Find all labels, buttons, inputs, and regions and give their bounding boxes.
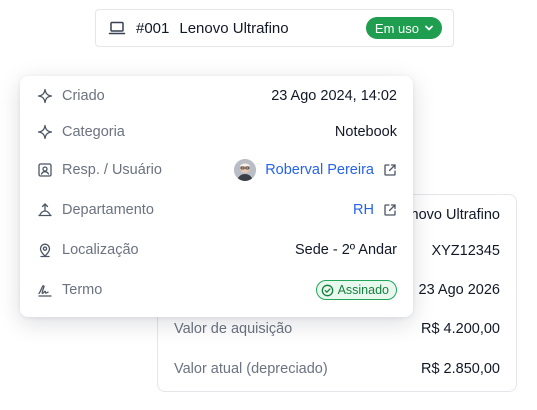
created-value: 23 Ago 2024, 14:02 xyxy=(271,88,397,104)
department-label: Departamento xyxy=(62,202,154,218)
location-row: Localização Sede - 2º Andar xyxy=(36,238,397,262)
laptop-icon xyxy=(108,19,126,37)
chevron-down-icon xyxy=(424,23,434,33)
asset-code: #001 xyxy=(136,19,170,37)
status-dropdown[interactable]: Em uso xyxy=(365,17,442,39)
created-row: Criado 23 Ago 2024, 14:02 xyxy=(36,84,397,108)
model-value: novo Ultrafino xyxy=(410,207,500,223)
signature-icon xyxy=(36,281,54,299)
responsible-user-link[interactable]: Roberval Pereira xyxy=(265,162,374,178)
acquisition-row: Valor de aquisição R$ 4.200,00 xyxy=(174,321,500,337)
sparkle-icon xyxy=(36,87,54,105)
created-label: Criado xyxy=(62,88,105,104)
current-value-value: R$ 2.850,00 xyxy=(420,361,500,377)
external-link-icon[interactable] xyxy=(383,203,397,217)
check-circle-icon xyxy=(321,284,334,297)
term-label: Termo xyxy=(62,282,103,298)
sparkle-icon xyxy=(36,123,54,141)
department-row: Departamento RH xyxy=(36,198,397,222)
details-card: Criado 23 Ago 2024, 14:02 Categoria Note… xyxy=(20,76,413,317)
status-label: Em uso xyxy=(374,20,419,36)
acquisition-label: Valor de aquisição xyxy=(174,321,293,337)
location-value: Sede - 2º Andar xyxy=(294,242,397,258)
external-link-icon[interactable] xyxy=(383,163,397,177)
location-label: Localização xyxy=(62,242,139,258)
signed-badge: Assinado xyxy=(315,280,397,300)
category-label: Categoria xyxy=(62,124,125,140)
location-pin-icon xyxy=(36,241,54,259)
warranty-value: 23 Ago 2026 xyxy=(418,282,500,298)
user-badge-icon xyxy=(36,161,54,179)
current-value-label: Valor atual (depreciado) xyxy=(174,361,328,377)
responsible-row: Resp. / Usuário Roberval Pereira xyxy=(36,158,397,182)
acquisition-value: R$ 4.200,00 xyxy=(420,321,500,337)
asset-header: #001 Lenovo Ultrafino Em uso xyxy=(95,9,454,47)
department-link[interactable]: RH xyxy=(353,202,374,218)
serial-value: XYZ12345 xyxy=(431,243,500,259)
category-row: Categoria Notebook xyxy=(36,120,397,144)
department-icon xyxy=(36,201,54,219)
category-value: Notebook xyxy=(334,124,397,140)
signed-label: Assinado xyxy=(337,283,389,297)
responsible-label: Resp. / Usuário xyxy=(62,162,162,178)
avatar xyxy=(234,159,257,181)
asset-name: Lenovo Ultrafino xyxy=(179,19,289,37)
current-value-row: Valor atual (depreciado) R$ 2.850,00 xyxy=(174,361,500,377)
term-row: Termo Assinado xyxy=(36,278,397,302)
